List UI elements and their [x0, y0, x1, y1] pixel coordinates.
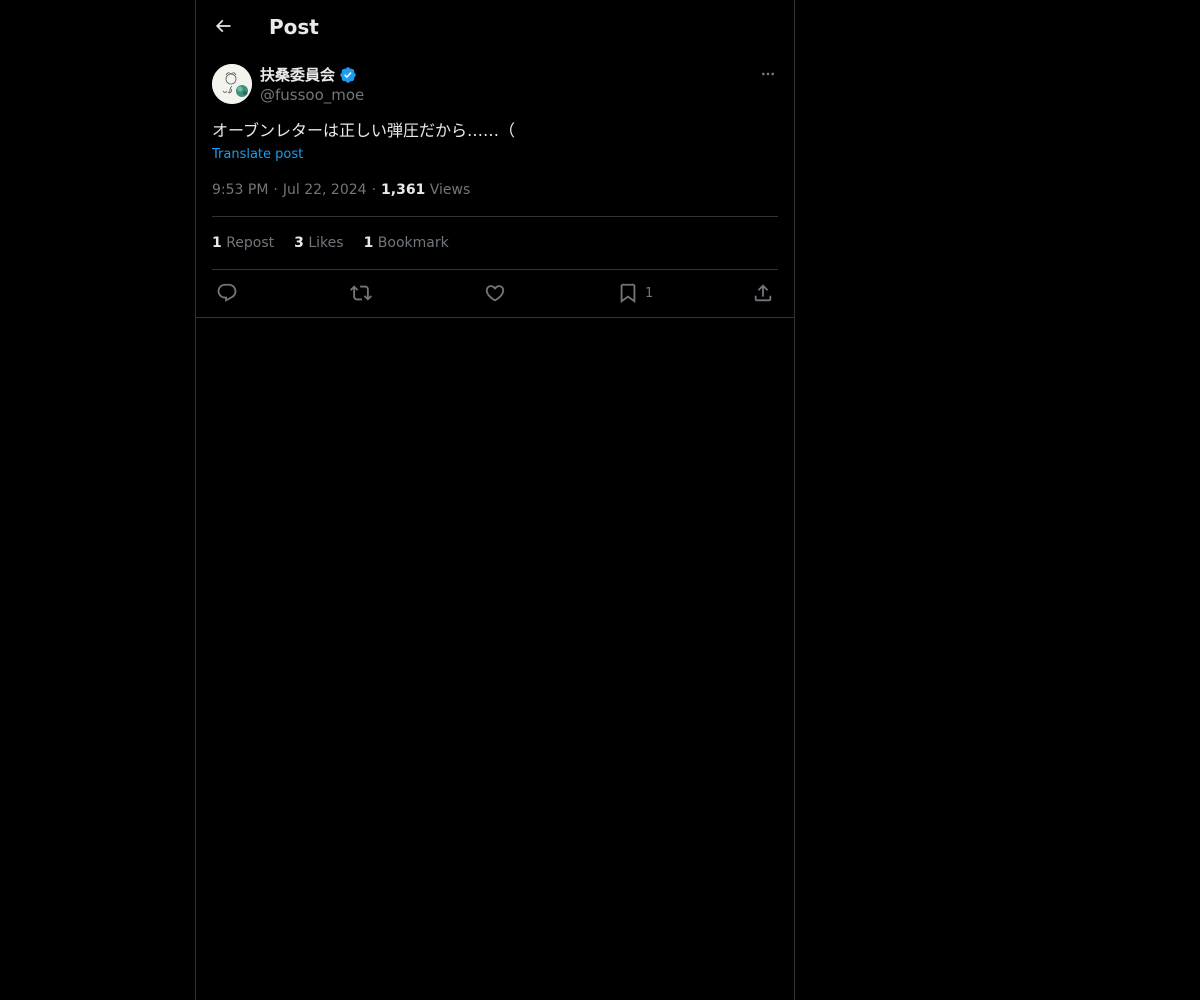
- post-meta: 9:53 PM · Jul 22, 2024 · 1,361 Views: [212, 180, 470, 200]
- bookmarks-count: 1: [363, 235, 374, 251]
- views-label: Views: [429, 182, 471, 198]
- author-handle[interactable]: @fussoo_moe: [260, 85, 364, 105]
- more-options-button[interactable]: [758, 64, 778, 84]
- likes-label: Likes: [308, 235, 344, 251]
- author-name-text: 扶桑委員会: [260, 66, 336, 84]
- bookmark-count: 1: [645, 285, 654, 301]
- bookmark-icon: [620, 283, 636, 304]
- heart-icon: [485, 285, 505, 302]
- share-button[interactable]: [752, 281, 774, 305]
- post-time[interactable]: 9:53 PM: [212, 182, 268, 198]
- back-button[interactable]: [207, 10, 239, 42]
- meta-separator: ·: [371, 182, 377, 198]
- post-stats: 1 Repost 3 Likes 1 Bookmark: [212, 233, 449, 253]
- divider: [212, 269, 778, 270]
- reposts-label: Repost: [226, 235, 275, 251]
- page-title: Post: [269, 15, 319, 39]
- like-button[interactable]: [484, 281, 506, 305]
- bookmark-button[interactable]: 1: [617, 281, 653, 305]
- main-column: Post 扶桑委員会 @fussoo_moe オーブンレターは正しい弾圧だから……: [195, 0, 795, 1000]
- bookmarks-label: Bookmark: [377, 235, 449, 251]
- avatar[interactable]: [212, 64, 252, 104]
- page-header: Post: [196, 0, 794, 53]
- post-bottom-border: [196, 317, 794, 318]
- reply-icon: [217, 283, 237, 302]
- repost-icon: [350, 285, 372, 301]
- reposts-stat[interactable]: 1 Repost: [212, 233, 274, 253]
- reposts-count: 1: [212, 235, 222, 251]
- post-date[interactable]: Jul 22, 2024: [283, 182, 367, 198]
- share-icon: [754, 284, 772, 302]
- views-count: 1,361: [381, 182, 426, 198]
- meta-separator: ·: [273, 182, 278, 198]
- likes-count: 3: [294, 235, 304, 251]
- avatar-illustration: [212, 64, 252, 104]
- more-horizontal-icon: [762, 72, 774, 76]
- reply-button[interactable]: [216, 281, 238, 305]
- likes-stat[interactable]: 3 Likes: [294, 233, 343, 253]
- author-name[interactable]: 扶桑委員会: [260, 65, 357, 85]
- verified-badge-icon: [340, 67, 356, 83]
- post-text: オーブンレターは正しい弾圧だから……（: [212, 121, 516, 140]
- repost-button[interactable]: [350, 281, 372, 305]
- bookmarks-stat[interactable]: 1 Bookmark: [364, 233, 449, 253]
- action-bar: 1: [212, 281, 778, 305]
- translate-post-link[interactable]: Translate post: [212, 146, 303, 164]
- divider: [212, 216, 778, 217]
- arrow-left-icon: [215, 19, 231, 33]
